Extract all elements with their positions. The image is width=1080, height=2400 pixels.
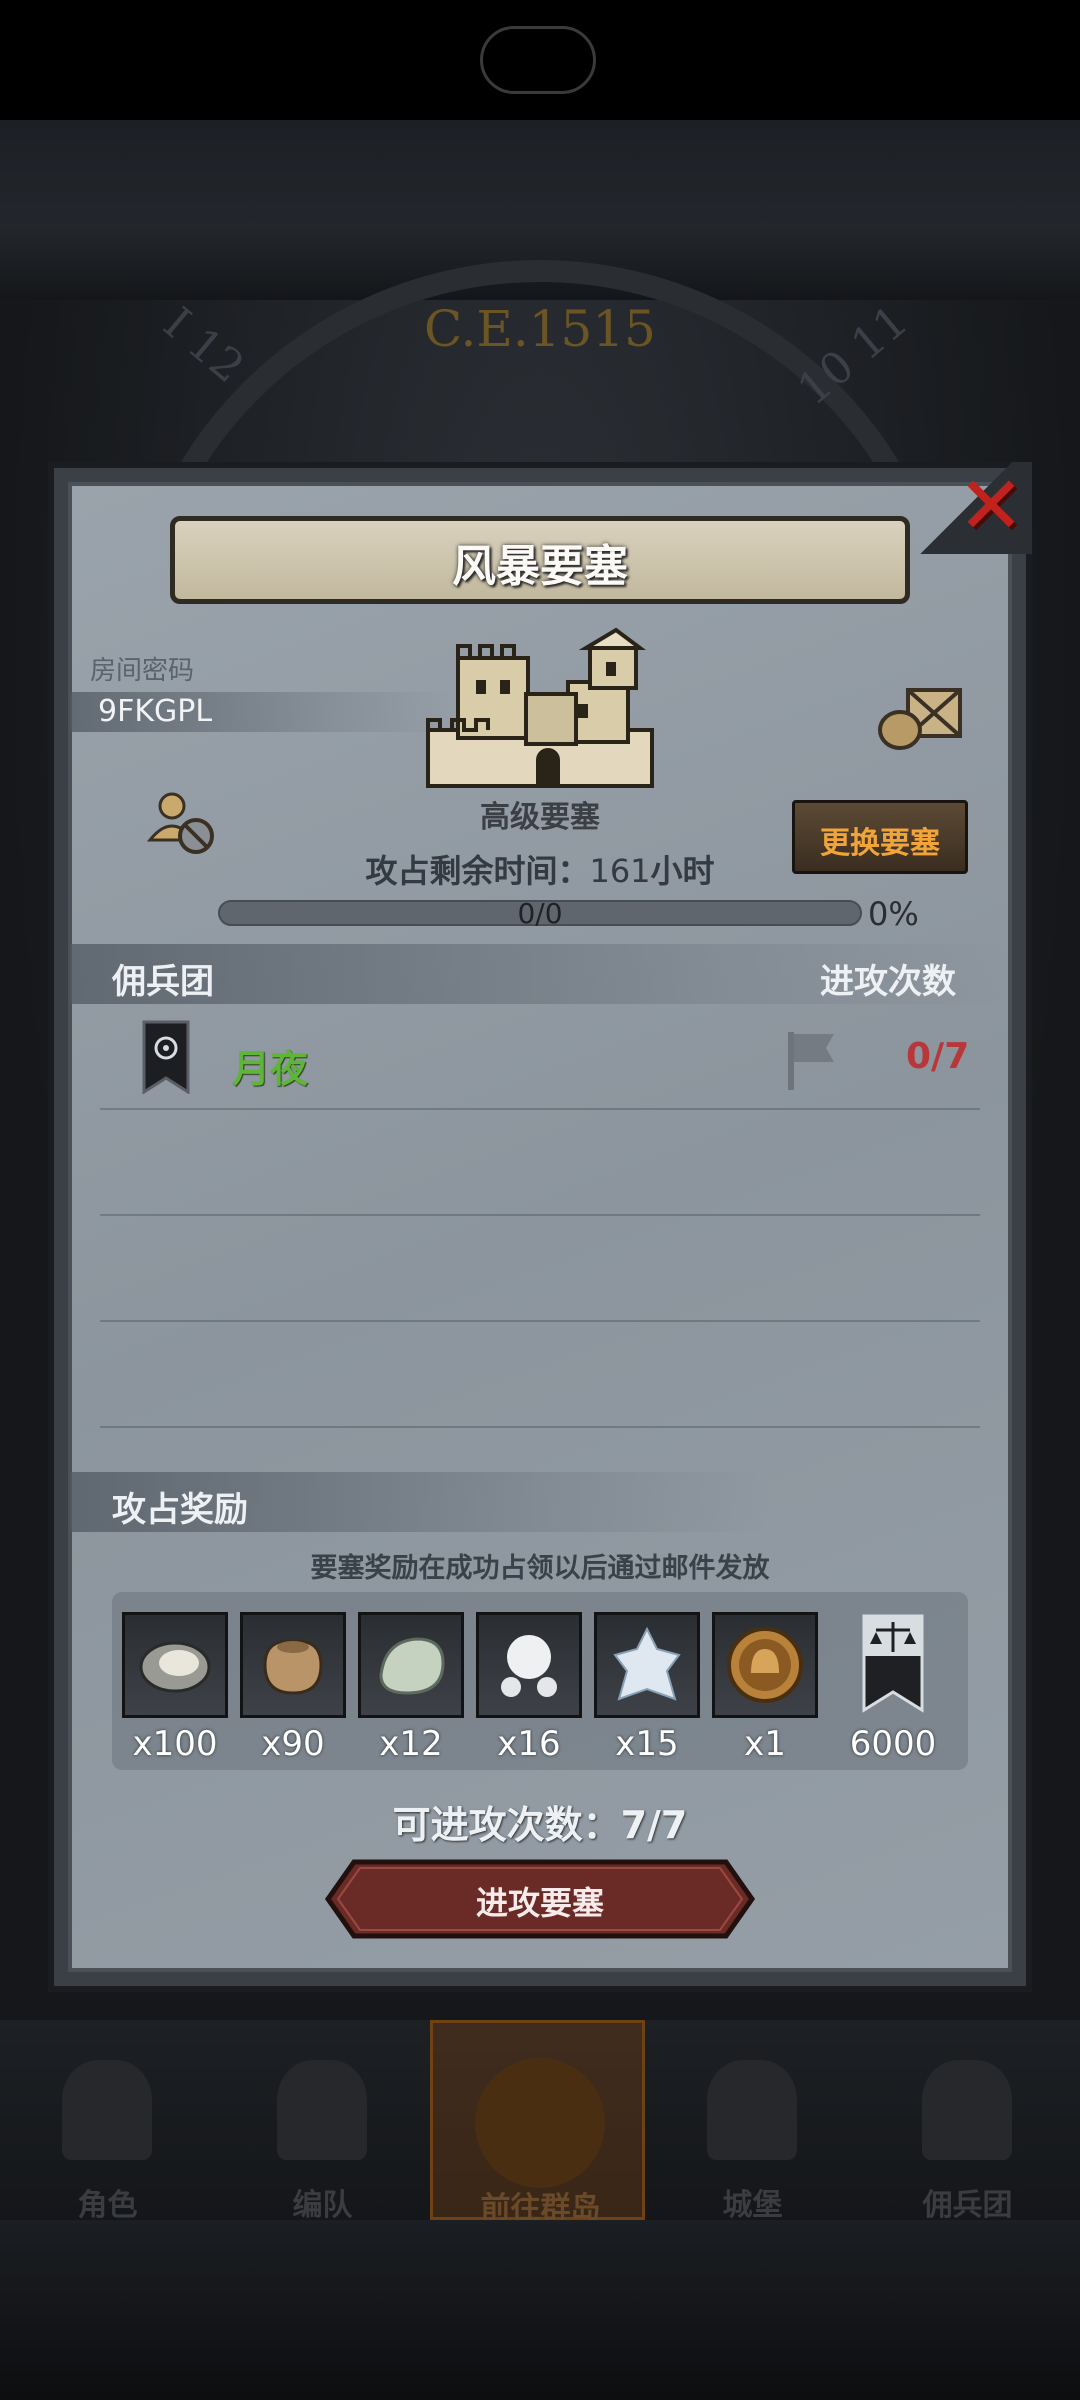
reward-slot-oyster[interactable]	[122, 1612, 228, 1718]
islands-icon	[475, 2058, 605, 2188]
reward-qty: x15	[615, 1724, 679, 1764]
room-code-label: 房间密码	[90, 656, 195, 686]
guild-emblem-icon	[142, 1020, 190, 1094]
remaining-time-unit: 小时	[650, 852, 715, 890]
close-button[interactable]: ✕	[955, 466, 1027, 546]
remaining-time-label: 攻占剩余时间：	[365, 852, 590, 890]
reward-qty: x90	[261, 1724, 325, 1764]
character-icon	[62, 2060, 152, 2160]
mercenary-header: 佣兵团	[112, 962, 214, 1002]
progress-percent: 0%	[868, 895, 919, 933]
reward-slot-helmet-coin[interactable]	[712, 1612, 818, 1718]
progress-text: 0/0	[517, 897, 563, 930]
dialog-title: 风暴要塞	[452, 541, 628, 592]
guild-attack-count: 0/7	[906, 1036, 970, 1077]
reward-qty: x12	[379, 1724, 443, 1764]
reward-slot-scales[interactable]	[852, 1612, 934, 1718]
row-divider	[100, 1108, 980, 1110]
nav-label: 角色	[77, 2188, 138, 2223]
nav-label: 编队	[292, 2188, 353, 2223]
stone-icon	[379, 1637, 445, 1695]
nav-label: 城堡	[722, 2188, 783, 2223]
fortress-castle-icon	[426, 627, 654, 788]
sack-icon	[263, 1639, 323, 1695]
row-divider	[100, 1320, 980, 1322]
remaining-time-value: 161	[589, 852, 651, 890]
helmet-coin-icon	[727, 1627, 803, 1703]
supplies-icon[interactable]	[876, 680, 966, 752]
pearl-icon	[501, 1635, 557, 1697]
attacks-header: 进攻次数	[820, 962, 956, 1002]
remaining-time: 攻占剩余时间：161小时	[300, 846, 780, 892]
change-fortress-label: 更换要塞	[820, 826, 940, 861]
row-divider	[100, 1426, 980, 1428]
bottom-frame	[0, 2220, 1080, 2400]
reward-slot-sack[interactable]	[240, 1612, 346, 1718]
mercenary-icon	[922, 2060, 1012, 2160]
close-x-icon: ✕	[957, 459, 1025, 552]
room-code-value[interactable]: 9FKGPL	[98, 694, 212, 729]
nav-castle[interactable]: 城堡	[645, 2020, 860, 2223]
era-label: C.E.1515	[423, 300, 656, 358]
reward-note: 要塞奖励在成功占领以后通过邮件发放	[310, 1553, 770, 1584]
reward-qty: 6000	[849, 1724, 937, 1764]
user-blocked-icon[interactable]	[146, 788, 218, 858]
nav-islands[interactable]: 前往群岛	[430, 2020, 645, 2226]
fortress-type: 高级要塞	[480, 800, 600, 835]
reward-header: 攻占奖励	[112, 1490, 248, 1530]
reward-slot-crystal[interactable]	[594, 1612, 700, 1718]
nav-label: 佣兵团	[922, 2188, 1013, 2223]
oyster-icon	[139, 1641, 211, 1693]
reward-slot-pearl[interactable]	[476, 1612, 582, 1718]
attack-count: 可进攻次数：7/7	[392, 1803, 688, 1847]
camera-notch	[480, 26, 596, 94]
castle-icon	[707, 2060, 797, 2160]
nav-formation[interactable]: 编队	[215, 2020, 430, 2223]
scales-banner-icon	[862, 1614, 924, 1713]
nav-mercenary[interactable]: 佣兵团	[860, 2020, 1075, 2223]
reward-qty: x100	[132, 1724, 218, 1764]
reward-qty: x1	[744, 1724, 786, 1764]
reward-slot-stone[interactable]	[358, 1612, 464, 1718]
nav-character[interactable]: 角色	[0, 2020, 215, 2223]
guild-name[interactable]: 月夜	[232, 1038, 308, 1093]
crystal-icon	[613, 1626, 681, 1701]
reward-qty: x16	[497, 1724, 561, 1764]
row-divider	[100, 1214, 980, 1216]
flag-icon	[788, 1032, 834, 1090]
attack-fortress-label: 进攻要塞	[475, 1884, 604, 1922]
formation-icon	[277, 2060, 367, 2160]
